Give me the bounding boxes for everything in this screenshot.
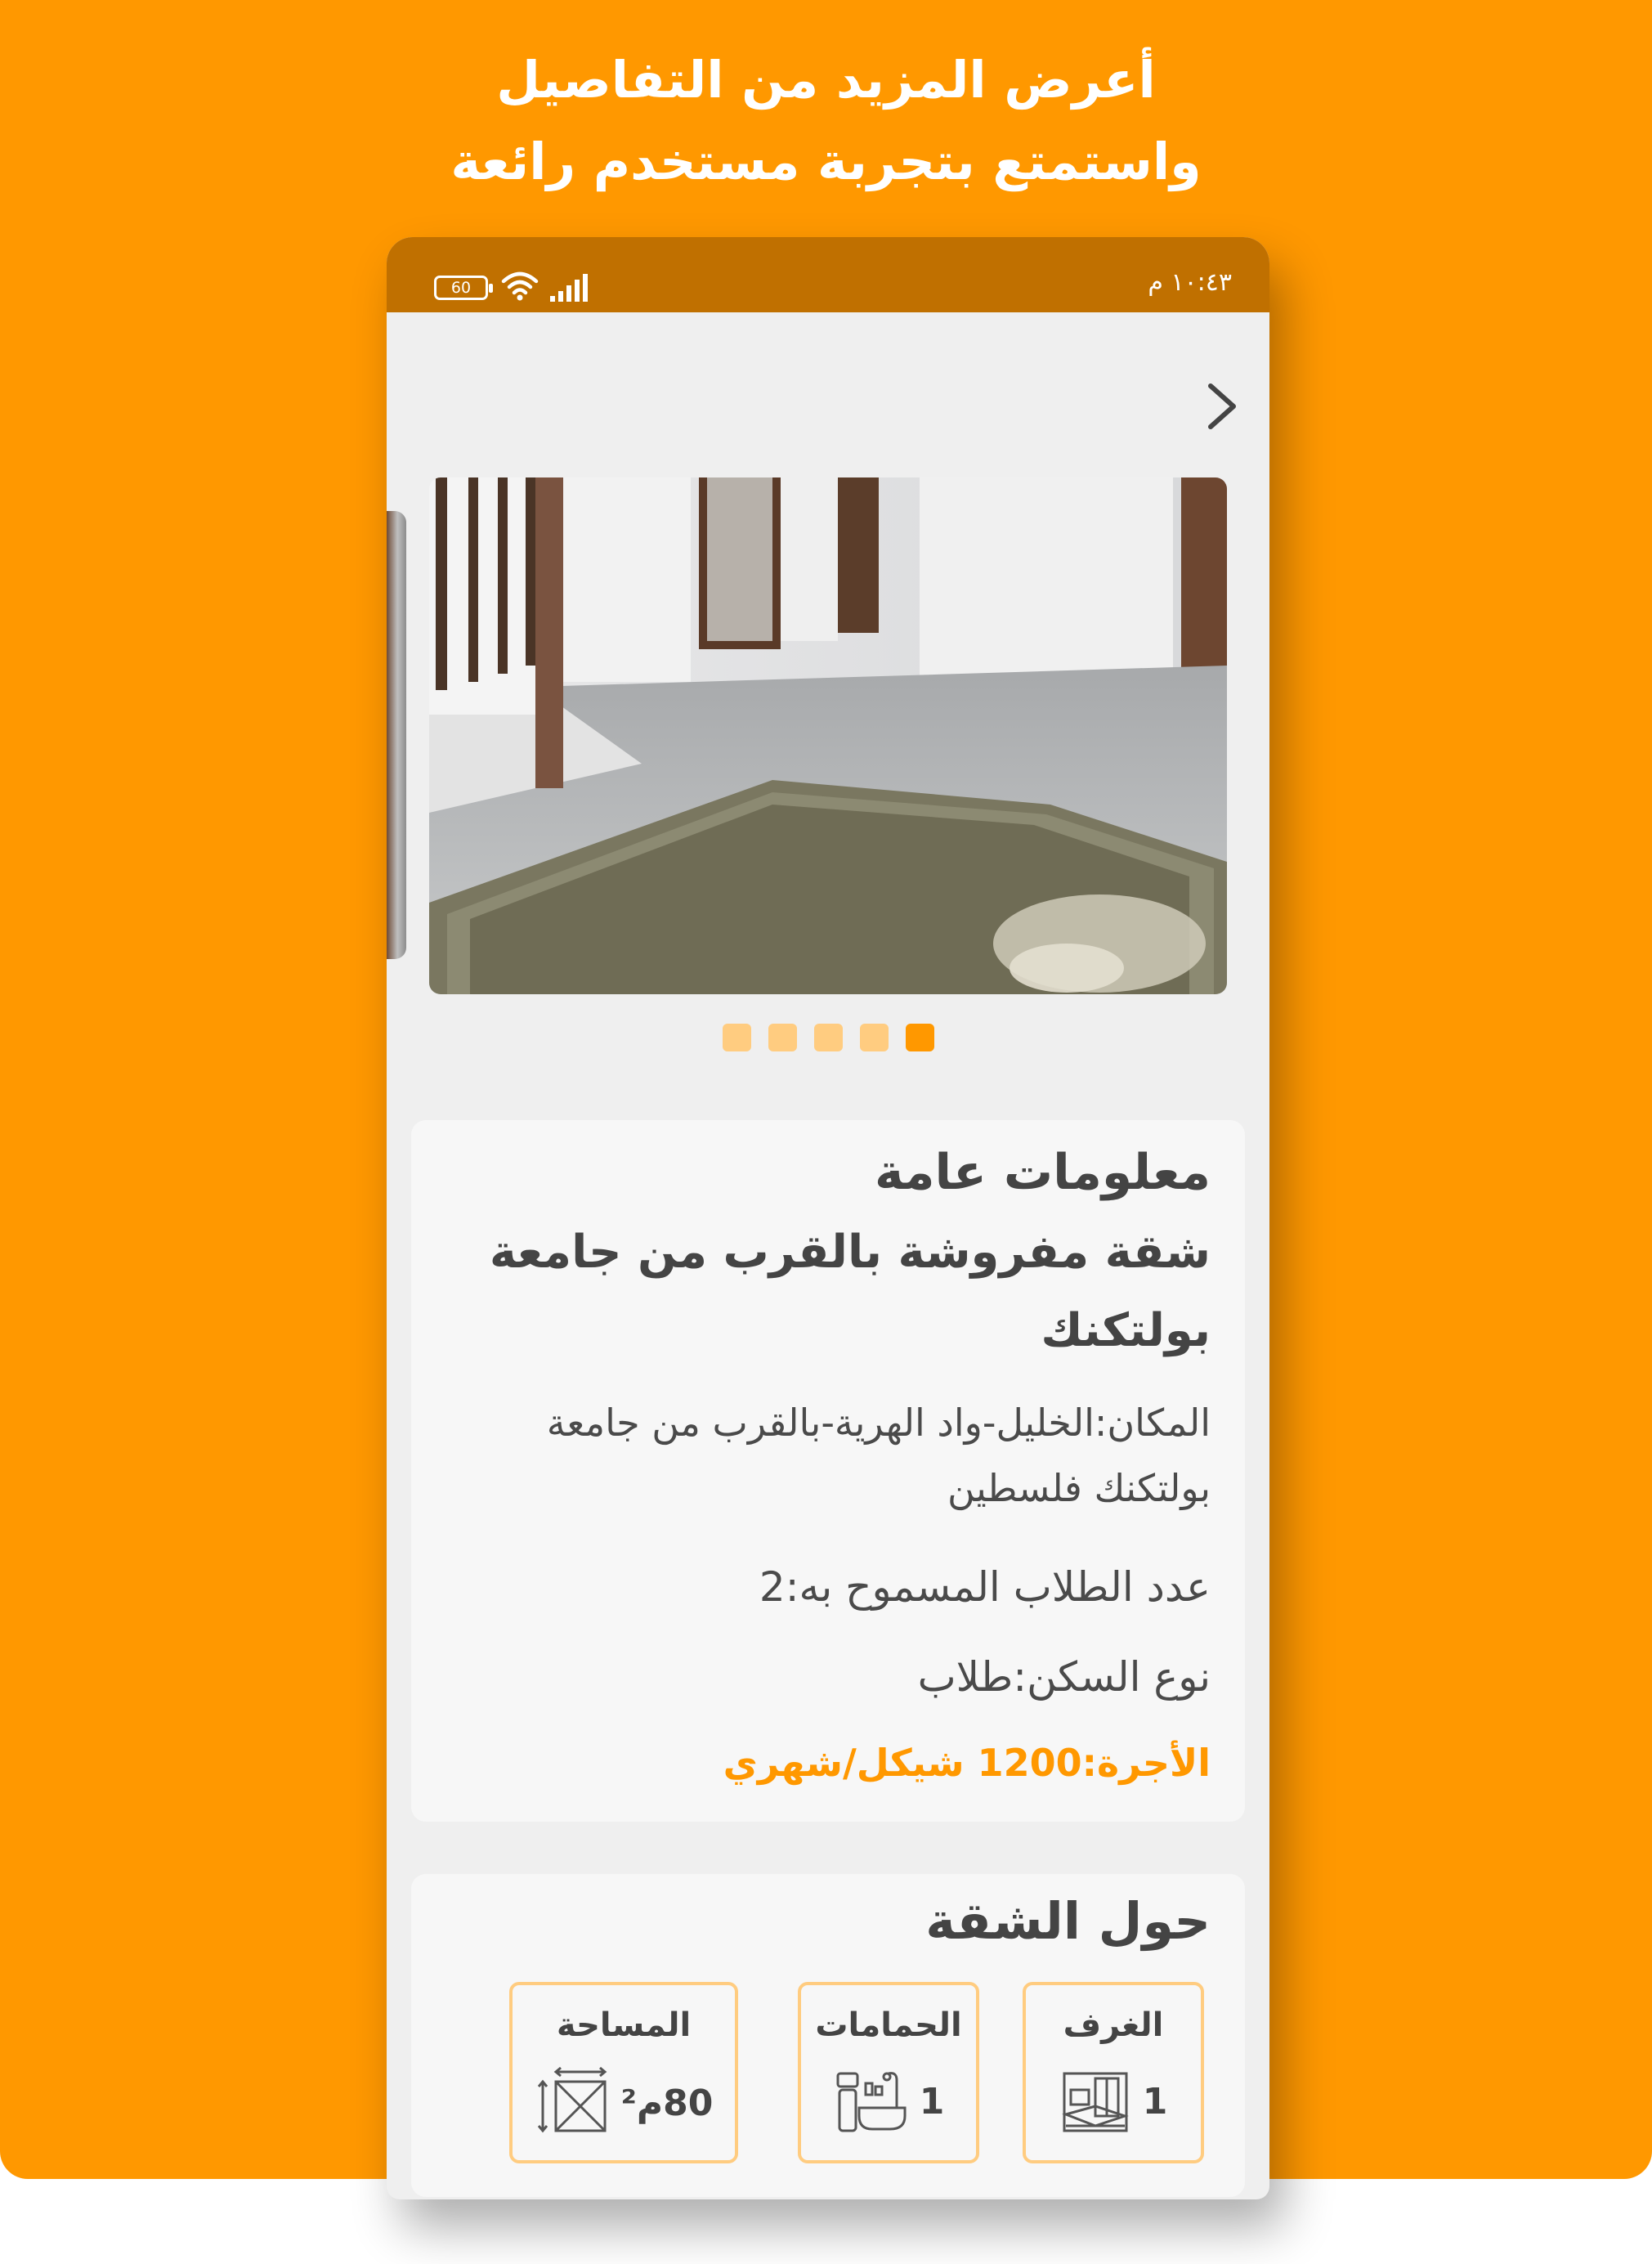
apartment-photo[interactable] (429, 477, 1227, 994)
rooms-value: 1 (1142, 2080, 1168, 2123)
signal-icon (550, 274, 588, 302)
promo-line-2: واستمتع بتجربة مستخدم رائعة (450, 132, 1202, 191)
location-line-1: المكان:الخليل-واد الهرية-بالقرب من جامعة (546, 1401, 1211, 1445)
promo-headline: أعرض المزيد من التفاصيل واستمتع بتجربة م… (0, 39, 1652, 203)
area-icon (537, 2066, 607, 2133)
housing-type: نوع السكن:طلاب (917, 1653, 1211, 1701)
gallery-pagination (387, 1024, 1269, 1051)
phone-screen: 60 ١٠:٤٣ م معلومات عامة شقة مفروشة بالقر… (387, 237, 1269, 2199)
battery-icon: 60 (434, 276, 493, 300)
area-feature: المساحة 80م² (509, 1982, 738, 2163)
gallery-dot[interactable] (768, 1024, 797, 1051)
gallery-dot[interactable] (722, 1024, 751, 1051)
general-info-heading: معلومات عامة (874, 1144, 1211, 1201)
location-line-2: بولتكنك فلسطين (947, 1466, 1211, 1510)
bedroom-icon (1061, 2072, 1129, 2132)
bathrooms-label: الحمامات (815, 2006, 962, 2044)
rooms-feature: الغرف 1 (1023, 1982, 1204, 2163)
chevron-right-icon[interactable] (1202, 381, 1242, 432)
feature-list: الغرف 1 الحمامات 1 المساحة 80م² (468, 1982, 1204, 2165)
about-heading: حول الشقة (925, 1891, 1211, 1951)
allowed-students: عدد الطلاب المسموح به:2 (759, 1563, 1211, 1611)
gallery-dot[interactable] (859, 1024, 889, 1051)
bathrooms-feature: الحمامات 1 (798, 1982, 979, 2163)
promo-line-1: أعرض المزيد من التفاصيل (496, 50, 1156, 110)
wifi-icon (501, 271, 539, 301)
area-value: 80م² (620, 2082, 714, 2124)
area-label: المساحة (556, 2006, 692, 2044)
apartment-interior-photo (429, 477, 1227, 994)
bathroom-icon (836, 2072, 907, 2132)
bathrooms-value: 1 (919, 2080, 945, 2123)
previous-photo-peek[interactable] (387, 511, 406, 959)
status-time: ١٠:٤٣ م (1148, 268, 1232, 297)
gallery-dot-active[interactable] (905, 1024, 934, 1051)
gallery-dot[interactable] (813, 1024, 843, 1051)
general-info-card: معلومات عامة شقة مفروشة بالقرب من جامعة … (411, 1120, 1245, 1822)
status-bar: 60 ١٠:٤٣ م (387, 237, 1269, 312)
battery-level: 60 (450, 279, 472, 297)
rent-price: الأجرة:1200 شيكل/شهري (723, 1741, 1211, 1785)
listing-title-line-1: شقة مفروشة بالقرب من جامعة (489, 1226, 1211, 1279)
rooms-label: الغرف (1063, 2006, 1164, 2044)
listing-title-line-2: بولتكنك (1041, 1304, 1211, 1357)
